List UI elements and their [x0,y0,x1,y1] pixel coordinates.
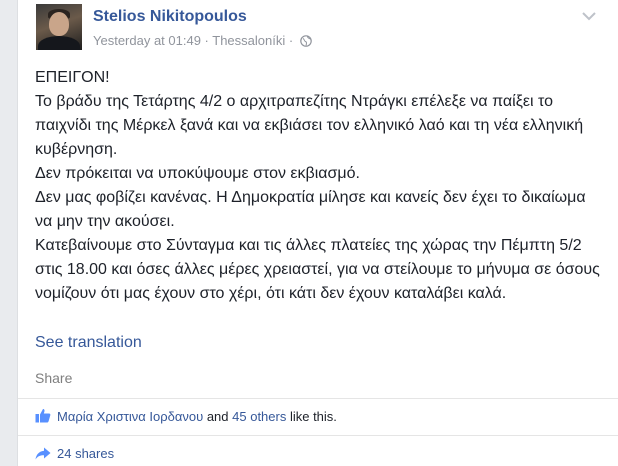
author-name[interactable]: Stelios Nikitopoulos [93,8,247,26]
likes-and: and [203,409,233,424]
shares-link[interactable]: 24 shares [35,446,114,463]
chevron-down-icon[interactable] [582,8,596,21]
post-paragraph: Το βράδυ της Τετάρτης 4/2 ο αρχιτραπεζίτ… [35,93,584,158]
post-location[interactable]: Thessaloníki [212,33,285,48]
share-icon [35,447,51,463]
others-link[interactable]: 45 others [232,409,286,424]
shares-count: 24 shares [57,446,115,461]
avatar-face [49,12,69,36]
thumbs-up-icon [35,408,51,426]
liker-name-link[interactable]: Μαρία Χριστινα Ιορδανου [57,409,203,424]
post-paragraph: Κατεβαίνουμε στο Σύνταγμα και τις άλλες … [35,237,600,302]
divider [18,435,618,436]
post-paragraph: Δεν πρόκειται να υποκύψουμε στον εκβιασμ… [35,165,360,182]
divider [18,398,618,399]
meta-separator: · [200,33,213,48]
share-link[interactable]: Share [35,370,72,386]
post-meta: Yesterday at 01:49 · Thessaloníki · [93,33,312,50]
post-card: Stelios Nikitopoulos Yesterday at 01:49 … [17,0,618,466]
likes-summary: Μαρία Χριστινα Ιορδανου and 45 others li… [35,408,337,426]
meta-separator-2: · [285,33,297,48]
see-translation-link[interactable]: See translation [35,334,142,352]
globe-icon[interactable] [300,35,312,50]
avatar-shoulders [38,36,80,50]
post-timestamp[interactable]: Yesterday at 01:49 [93,33,201,48]
post-text: ΕΠΕΙΓΟΝ! Το βράδυ της Τετάρτης 4/2 ο αρχ… [35,66,605,306]
likes-suffix: like this. [286,409,337,424]
post-paragraph: ΕΠΕΙΓΟΝ! [35,69,110,86]
avatar[interactable] [36,4,82,50]
post-paragraph: Δεν μας φοβίζει κανένας. Η Δημοκρατία μί… [35,189,586,230]
